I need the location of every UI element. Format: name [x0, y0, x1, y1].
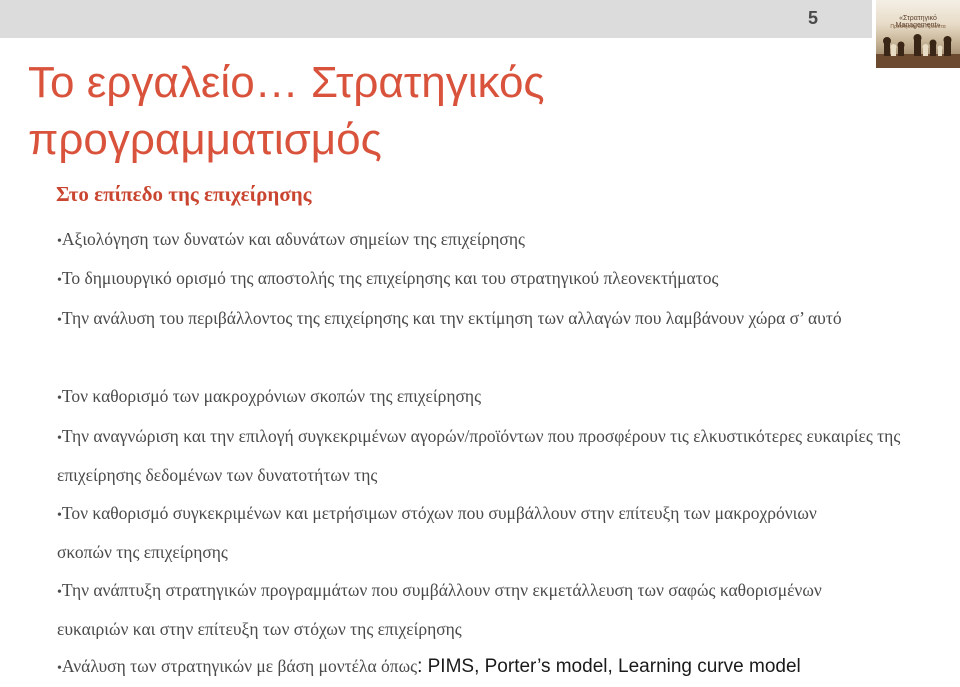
list-item-text: Την αναγνώριση και την επιλογή συγκεκριμ…	[57, 426, 901, 485]
list-item: •Ανάλυση των στρατηγικών με βάση μοντέλα…	[57, 648, 927, 687]
list-item-text: Την ανάλυση του περιβάλλοντος της επιχεί…	[61, 308, 842, 328]
list-item: •Το δημιουργικό ορισμό της αποστολής της…	[57, 260, 927, 299]
section-subtitle: Στο επίπεδο της επιχείρησης	[56, 182, 312, 206]
models-text: : PIMS, Porter’s model, Learning curve m…	[417, 656, 801, 677]
list-item-text: Τον καθορισμό των μακροχρόνιων σκοπών τη…	[61, 386, 482, 406]
list-item-text: Τον καθορισμό συγκεκριμένων και μετρήσιμ…	[57, 503, 817, 562]
list-item-text: Αξιολόγηση των δυνατών και αδυνάτων σημε…	[61, 229, 525, 249]
list-item: •Αξιολόγηση των δυνατών και αδυνάτων σημ…	[57, 221, 927, 260]
slide-title: Το εργαλείο… Στρατηγικός προγραμματισμός	[28, 58, 545, 164]
list-item: •Την ανάπτυξη στρατηγικών προγραμμάτων π…	[57, 572, 837, 648]
logo-subtitle: Προκλήσεις και Πρόοπτα	[890, 24, 946, 30]
chess-pieces-icon	[876, 34, 960, 68]
list-item: •Τον καθορισμό συγκεκριμένων και μετρήσι…	[57, 495, 817, 571]
list-item: •Την ανάλυση του περιβάλλοντος της επιχε…	[57, 300, 895, 339]
top-bar	[0, 0, 872, 38]
list-item-text: Το δημιουργικό ορισμό της αποστολής της …	[61, 268, 719, 288]
list-item-text: Την ανάπτυξη στρατηγικών προγραμμάτων πο…	[57, 580, 822, 639]
list-item: •Την αναγνώριση και την επιλογή συγκεκρι…	[57, 418, 927, 494]
list-item: •Τον καθορισμό των μακροχρόνιων σκοπών τ…	[57, 378, 927, 417]
course-logo: «Στρατηγικό Management» Προκλήσεις και Π…	[876, 0, 960, 68]
list-item-text: Ανάλυση των στρατηγικών με βάση μοντέλα …	[61, 656, 418, 676]
slide-number: 5	[807, 8, 818, 28]
